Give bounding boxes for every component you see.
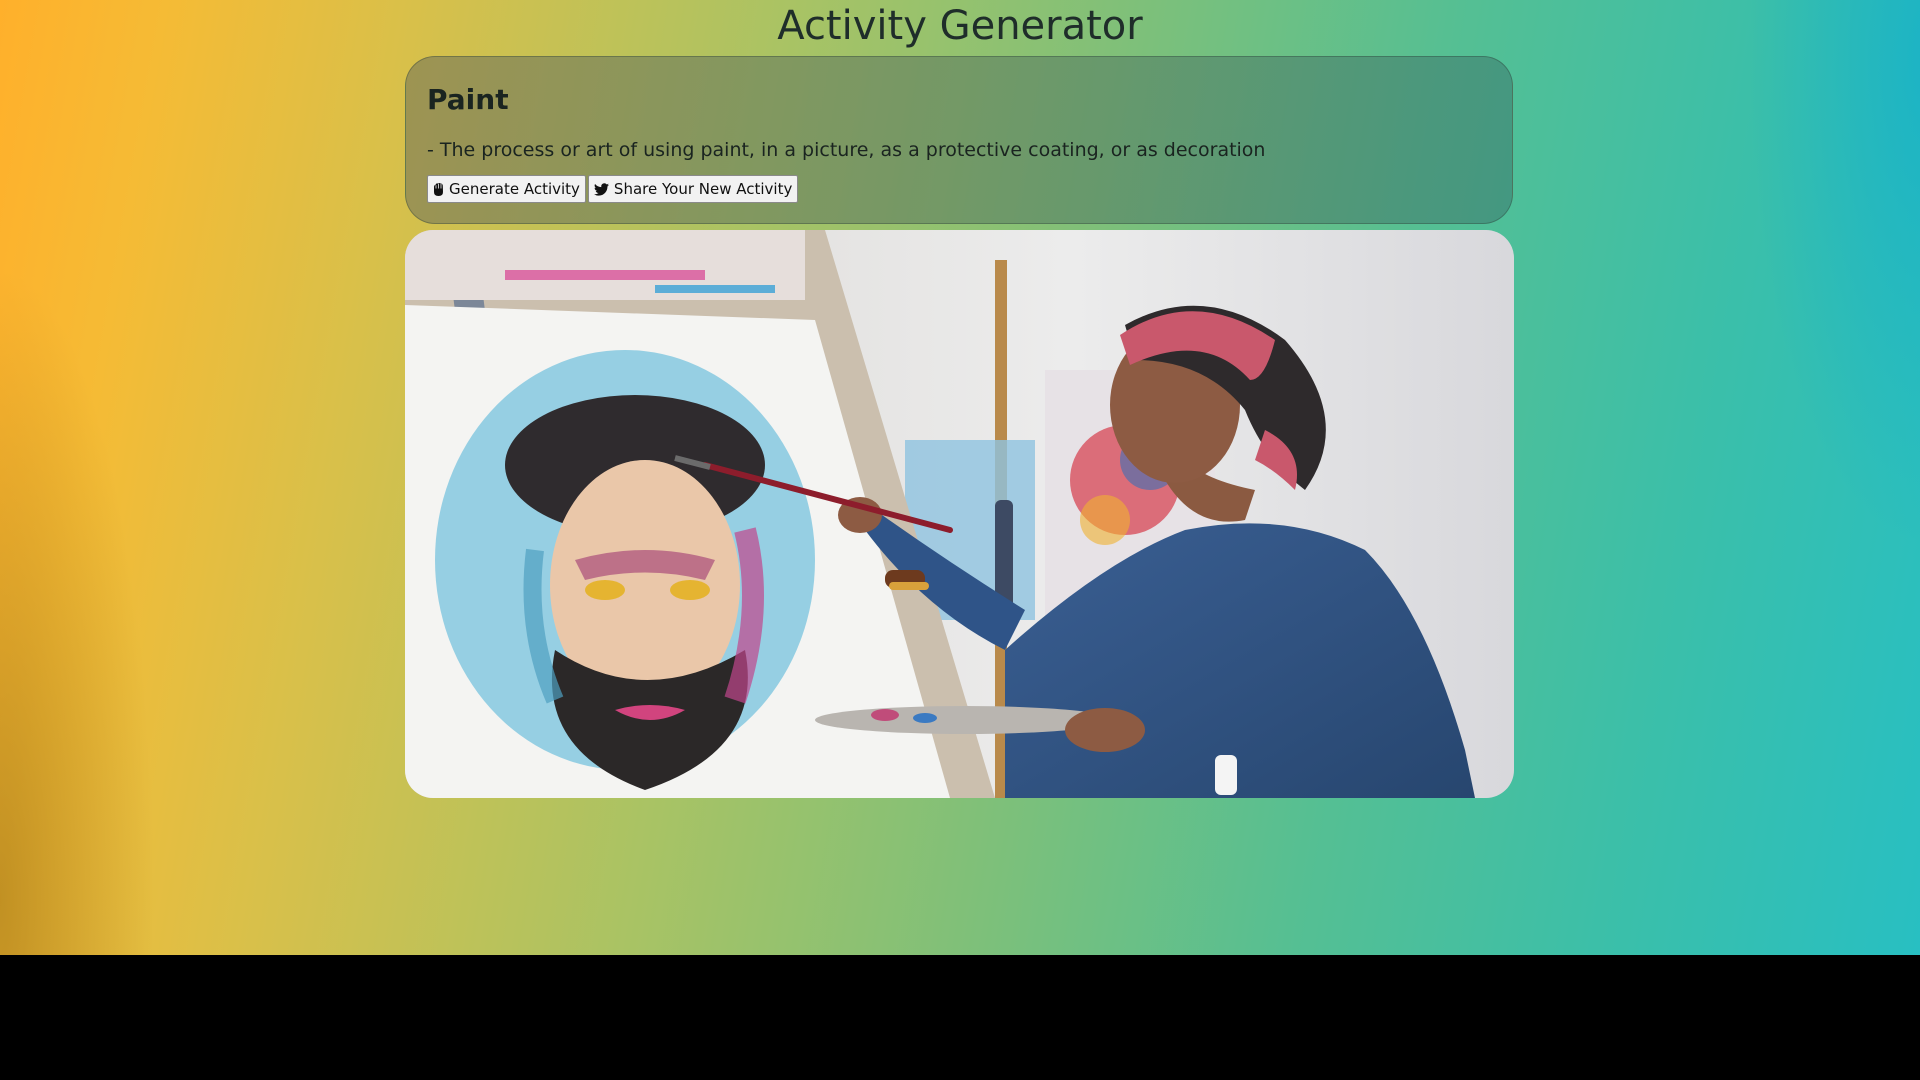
activity-name: Paint <box>427 83 509 116</box>
activity-image <box>405 230 1514 798</box>
generate-activity-button[interactable]: Generate Activity <box>427 175 586 203</box>
generate-activity-label: Generate Activity <box>449 180 580 198</box>
activity-description: - The process or art of using paint, in … <box>427 139 1266 161</box>
share-activity-label: Share Your New Activity <box>613 180 793 198</box>
page-background: Activity Generator Paint - The process o… <box>0 0 1920 955</box>
share-activity-button[interactable]: Share Your New Activity <box>587 175 799 203</box>
twitter-icon <box>593 182 609 196</box>
hand-icon <box>433 182 444 197</box>
page-title: Activity Generator <box>777 3 1143 49</box>
painting-photo <box>405 230 1514 798</box>
activity-card: Paint - The process or art of using pain… <box>405 56 1513 224</box>
button-row: Generate Activity Share Your New Activit… <box>427 175 799 203</box>
